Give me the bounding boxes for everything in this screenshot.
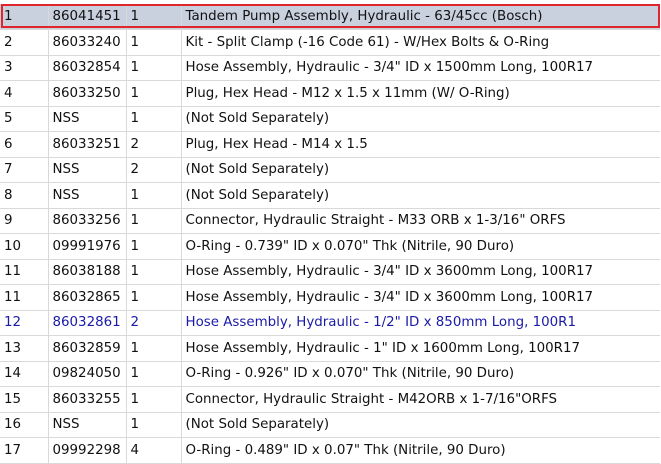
quantity: 1 bbox=[126, 259, 182, 285]
part-description: Connector, Hydraulic Straight - M42ORB x… bbox=[181, 386, 660, 413]
part-number: 86033255 bbox=[48, 386, 127, 413]
table-row[interactable]: 5 NSS 1 (Not Sold Separately) bbox=[0, 106, 660, 132]
quantity: 1 bbox=[126, 335, 182, 362]
part-number: 86033251 bbox=[48, 131, 127, 158]
quantity: 2 bbox=[126, 310, 182, 336]
part-number: 86032865 bbox=[48, 284, 127, 311]
part-number: 86038188 bbox=[48, 259, 127, 285]
item-number: 11 bbox=[0, 284, 49, 311]
part-description: Hose Assembly, Hydraulic - 1/2" ID x 850… bbox=[181, 310, 660, 336]
item-number: 5 bbox=[0, 106, 49, 132]
table-row[interactable]: 11 86032865 1 Hose Assembly, Hydraulic -… bbox=[0, 284, 660, 311]
part-description: O-Ring - 0.739" ID x 0.070" Thk (Nitrile… bbox=[181, 233, 660, 260]
part-description: Kit - Split Clamp (-16 Code 61) - W/Hex … bbox=[181, 29, 660, 56]
item-number: 16 bbox=[0, 412, 49, 438]
item-number: 4 bbox=[0, 80, 49, 107]
table-row[interactable]: 7 NSS 2 (Not Sold Separately) bbox=[0, 157, 660, 183]
part-description: (Not Sold Separately) bbox=[181, 412, 660, 438]
item-number: 15 bbox=[0, 386, 49, 413]
part-number: NSS bbox=[48, 106, 127, 132]
table-row[interactable]: 8 NSS 1 (Not Sold Separately) bbox=[0, 182, 660, 209]
table-row[interactable]: 11 86038188 1 Hose Assembly, Hydraulic -… bbox=[0, 259, 660, 285]
part-description: Hose Assembly, Hydraulic - 3/4" ID x 360… bbox=[181, 284, 660, 311]
table-row[interactable]: 17 09992298 4 O-Ring - 0.489" ID x 0.07"… bbox=[0, 437, 660, 464]
table-row[interactable]: 9 86033256 1 Connector, Hydraulic Straig… bbox=[0, 208, 660, 234]
quantity: 2 bbox=[126, 157, 182, 183]
table-row[interactable]: 15 86033255 1 Connector, Hydraulic Strai… bbox=[0, 386, 660, 413]
quantity: 1 bbox=[126, 361, 182, 387]
quantity: 1 bbox=[126, 233, 182, 260]
table-row[interactable]: 16 NSS 1 (Not Sold Separately) bbox=[0, 412, 660, 438]
table-row[interactable]: 10 09991976 1 O-Ring - 0.739" ID x 0.070… bbox=[0, 233, 660, 260]
table-row[interactable]: 14 09824050 1 O-Ring - 0.926" ID x 0.070… bbox=[0, 361, 660, 387]
quantity: 1 bbox=[126, 208, 182, 234]
part-description: (Not Sold Separately) bbox=[181, 106, 660, 132]
part-number: 86032854 bbox=[48, 55, 127, 81]
table-row[interactable]: 2 86033240 1 Kit - Split Clamp (-16 Code… bbox=[0, 29, 660, 56]
parts-table-body: 1 86041451 1 Tandem Pump Assembly, Hydra… bbox=[0, 4, 660, 464]
part-description: Plug, Hex Head - M12 x 1.5 x 11mm (W/ O-… bbox=[181, 80, 660, 107]
part-description: Hose Assembly, Hydraulic - 3/4" ID x 150… bbox=[181, 55, 660, 81]
part-description: (Not Sold Separately) bbox=[181, 182, 660, 209]
quantity: 1 bbox=[126, 4, 182, 30]
item-number: 14 bbox=[0, 361, 49, 387]
item-number: 3 bbox=[0, 55, 49, 81]
quantity: 4 bbox=[126, 437, 182, 464]
item-number: 1 bbox=[0, 4, 49, 30]
table-row[interactable]: 4 86033250 1 Plug, Hex Head - M12 x 1.5 … bbox=[0, 80, 660, 107]
item-number: 13 bbox=[0, 335, 49, 362]
part-number: 86032861 bbox=[48, 310, 127, 336]
quantity: 1 bbox=[126, 29, 182, 56]
part-number: 86041451 bbox=[48, 4, 127, 30]
item-number: 10 bbox=[0, 233, 49, 260]
part-description: O-Ring - 0.489" ID x 0.07" Thk (Nitrile,… bbox=[181, 437, 660, 464]
item-number: 2 bbox=[0, 29, 49, 56]
quantity: 2 bbox=[126, 131, 182, 158]
part-number: NSS bbox=[48, 412, 127, 438]
quantity: 1 bbox=[126, 80, 182, 107]
part-number: 86033240 bbox=[48, 29, 127, 56]
quantity: 1 bbox=[126, 412, 182, 438]
item-number: 9 bbox=[0, 208, 49, 234]
part-number: 86033256 bbox=[48, 208, 127, 234]
item-number: 8 bbox=[0, 182, 49, 209]
quantity: 1 bbox=[126, 284, 182, 311]
part-number: 09991976 bbox=[48, 233, 127, 260]
part-number: NSS bbox=[48, 182, 127, 209]
table-row[interactable]: 3 86032854 1 Hose Assembly, Hydraulic - … bbox=[0, 55, 660, 81]
part-description: Plug, Hex Head - M14 x 1.5 bbox=[181, 131, 660, 158]
part-description: O-Ring - 0.926" ID x 0.070" Thk (Nitrile… bbox=[181, 361, 660, 387]
quantity: 1 bbox=[126, 386, 182, 413]
part-description: (Not Sold Separately) bbox=[181, 157, 660, 183]
item-number: 6 bbox=[0, 131, 49, 158]
item-number: 11 bbox=[0, 259, 49, 285]
part-description: Tandem Pump Assembly, Hydraulic - 63/45c… bbox=[181, 4, 660, 30]
parts-table: 1 86041451 1 Tandem Pump Assembly, Hydra… bbox=[0, 4, 660, 464]
part-description: Hose Assembly, Hydraulic - 1" ID x 1600m… bbox=[181, 335, 660, 362]
table-row[interactable]: 13 86032859 1 Hose Assembly, Hydraulic -… bbox=[0, 335, 660, 362]
quantity: 1 bbox=[126, 55, 182, 81]
part-number: 86032859 bbox=[48, 335, 127, 362]
table-row[interactable]: 1 86041451 1 Tandem Pump Assembly, Hydra… bbox=[0, 4, 660, 30]
part-number: 86033250 bbox=[48, 80, 127, 107]
table-row[interactable]: 12 86032861 2 Hose Assembly, Hydraulic -… bbox=[0, 310, 660, 336]
table-row[interactable]: 6 86033251 2 Plug, Hex Head - M14 x 1.5 bbox=[0, 131, 660, 158]
part-description: Hose Assembly, Hydraulic - 3/4" ID x 360… bbox=[181, 259, 660, 285]
item-number: 7 bbox=[0, 157, 49, 183]
part-number: NSS bbox=[48, 157, 127, 183]
quantity: 1 bbox=[126, 106, 182, 132]
part-number: 09992298 bbox=[48, 437, 127, 464]
part-number: 09824050 bbox=[48, 361, 127, 387]
item-number: 17 bbox=[0, 437, 49, 464]
quantity: 1 bbox=[126, 182, 182, 209]
part-description: Connector, Hydraulic Straight - M33 ORB … bbox=[181, 208, 660, 234]
item-number: 12 bbox=[0, 310, 49, 336]
